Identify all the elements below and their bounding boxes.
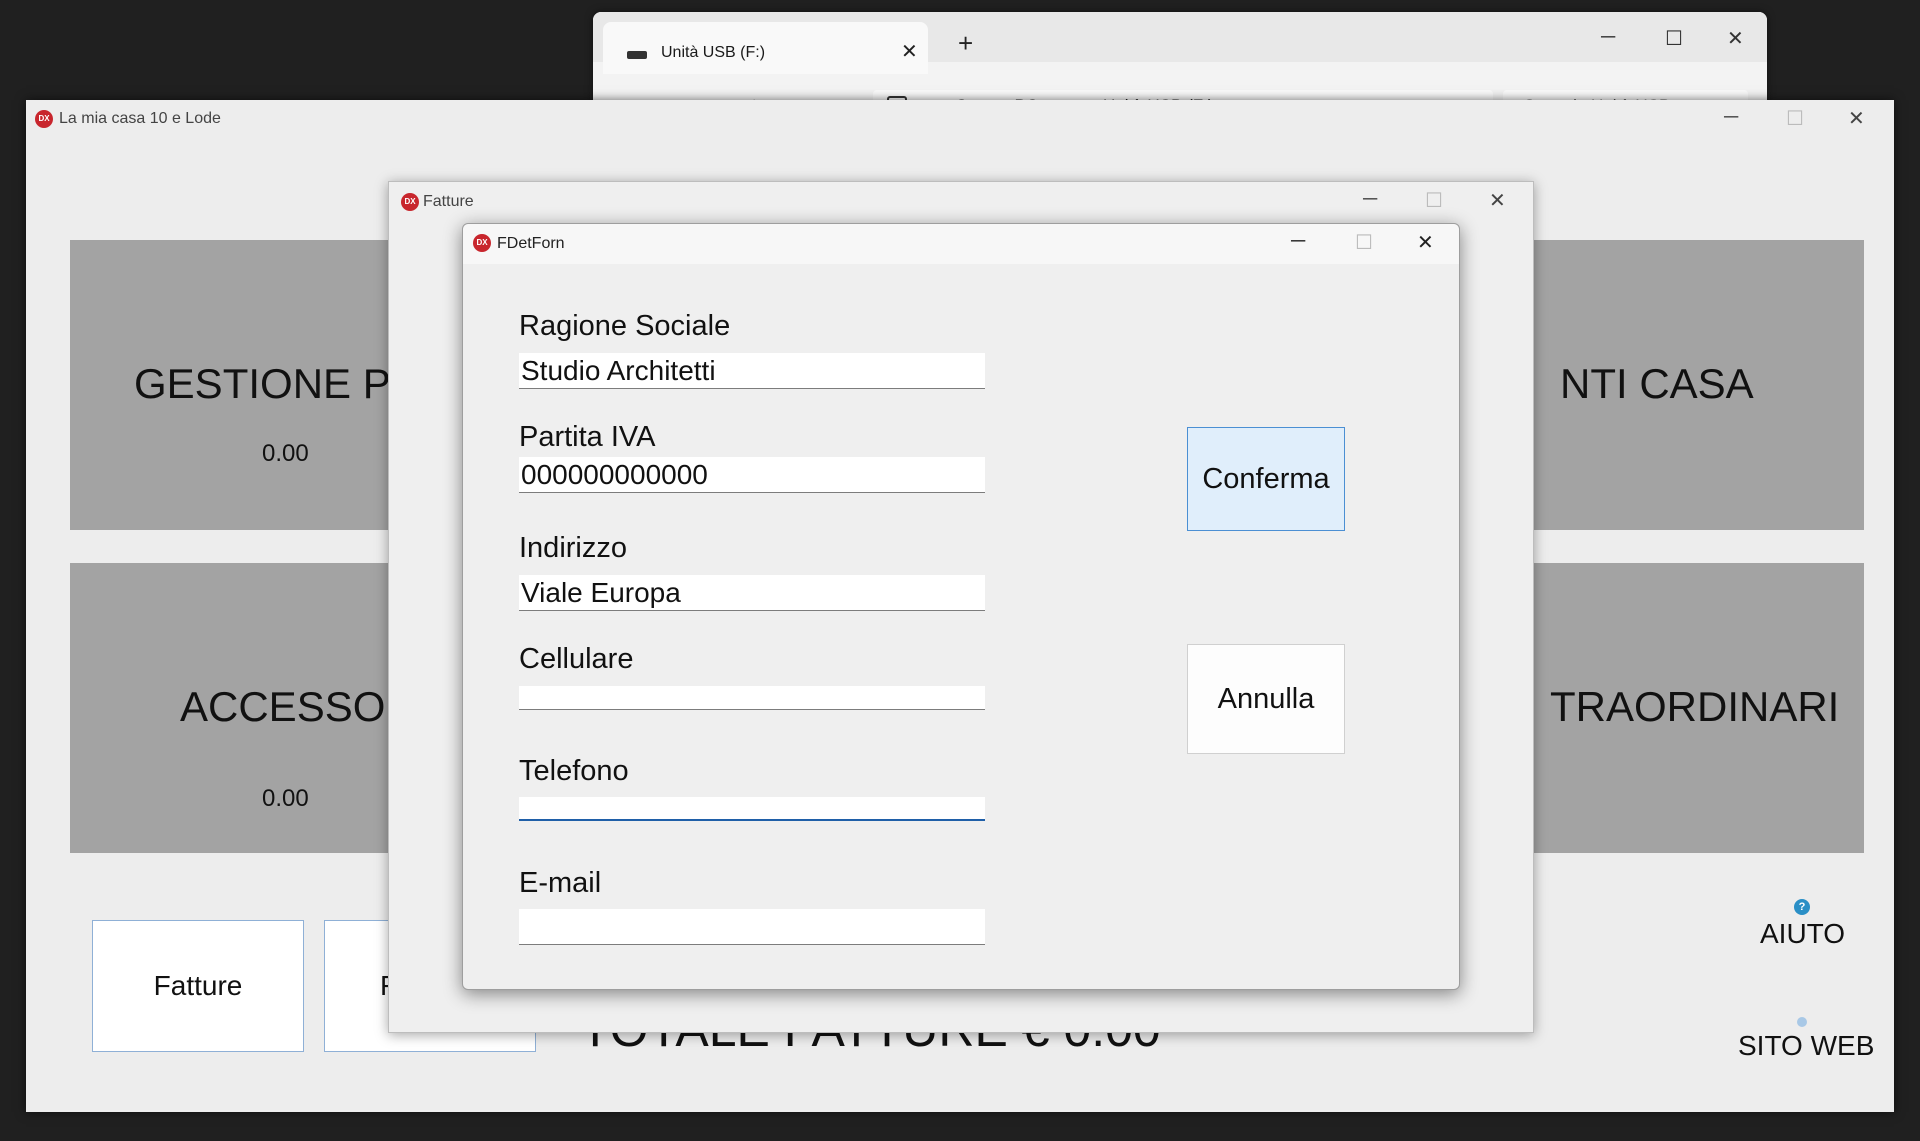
tile-gestione-label: GESTIONE PR <box>134 360 422 407</box>
indirizzo-input[interactable] <box>519 575 985 611</box>
tile-straordinari-label: TRAORDINARI <box>1550 683 1840 730</box>
explorer-close-button[interactable]: ✕ <box>1727 26 1744 51</box>
telefono-label: Telefono <box>519 755 629 787</box>
usb-drive-icon <box>627 51 647 59</box>
explorer-minimize-button[interactable]: ─ <box>1601 26 1615 49</box>
website-icon[interactable] <box>1797 1017 1807 1027</box>
cancel-button[interactable]: Annulla <box>1187 644 1345 754</box>
confirm-button[interactable]: Conferma <box>1187 427 1345 531</box>
app-logo-icon: DX <box>401 193 419 211</box>
main-window-title: La mia casa 10 e Lode <box>59 110 221 127</box>
tile-accessori-value: 0.00 <box>262 785 309 812</box>
main-titlebar: DX La mia casa 10 e Lode ─ ☐ ✕ <box>26 100 1894 138</box>
explorer-tab[interactable]: Unità USB (F:) ✕ <box>603 22 928 74</box>
tile-impianti-label: NTI CASA <box>1560 360 1754 407</box>
dialog-maximize-button[interactable]: ☐ <box>1355 230 1373 255</box>
fatture-button[interactable]: Fatture <box>92 920 304 1052</box>
fatture-maximize-button[interactable]: ☐ <box>1425 188 1443 213</box>
ragione-sociale-input[interactable] <box>519 353 985 389</box>
email-input[interactable] <box>519 909 985 945</box>
partita-iva-label: Partita IVA <box>519 421 656 453</box>
indirizzo-label: Indirizzo <box>519 532 627 564</box>
main-close-button[interactable]: ✕ <box>1848 106 1865 131</box>
telefono-input[interactable] <box>519 797 985 821</box>
ragione-sociale-label: Ragione Sociale <box>519 310 731 342</box>
fdetforn-dialog: DX FDetForn ─ ☐ ✕ Ragione Sociale Partit… <box>462 223 1460 990</box>
tile-gestione[interactable]: GESTIONE PR 0.00 <box>70 240 421 530</box>
fatture-window-title: Fatture <box>423 193 474 210</box>
dialog-title: FDetForn <box>497 235 565 252</box>
close-tab-icon[interactable]: ✕ <box>901 39 918 64</box>
tile-straordinari[interactable]: TRAORDINARI <box>1526 563 1864 853</box>
dialog-close-button[interactable]: ✕ <box>1417 230 1434 255</box>
new-tab-button[interactable]: + <box>958 28 973 59</box>
help-icon[interactable]: ? <box>1794 899 1810 915</box>
fatture-minimize-button[interactable]: ─ <box>1363 188 1377 211</box>
help-link[interactable]: AIUTO <box>1760 918 1845 950</box>
explorer-maximize-button[interactable]: ☐ <box>1665 26 1683 51</box>
email-label: E-mail <box>519 867 602 899</box>
website-link[interactable]: SITO WEB <box>1738 1030 1874 1062</box>
fatture-close-button[interactable]: ✕ <box>1489 188 1506 213</box>
dialog-minimize-button[interactable]: ─ <box>1291 230 1305 253</box>
tile-gestione-value: 0.00 <box>262 440 309 467</box>
app-logo-icon: DX <box>473 234 491 252</box>
explorer-tab-title: Unità USB (F:) <box>661 44 766 61</box>
tile-accessori[interactable]: ACCESSORI 0.00 <box>70 563 427 853</box>
main-minimize-button[interactable]: ─ <box>1724 106 1738 129</box>
cellulare-input[interactable] <box>519 686 985 710</box>
app-logo-icon: DX <box>35 110 53 128</box>
dialog-titlebar: DX FDetForn ─ ☐ ✕ <box>463 224 1459 264</box>
main-maximize-button[interactable]: ☐ <box>1786 106 1804 131</box>
tile-impianti-casa[interactable]: NTI CASA <box>1526 240 1864 530</box>
partita-iva-input[interactable] <box>519 457 985 493</box>
cellulare-label: Cellulare <box>519 643 634 675</box>
